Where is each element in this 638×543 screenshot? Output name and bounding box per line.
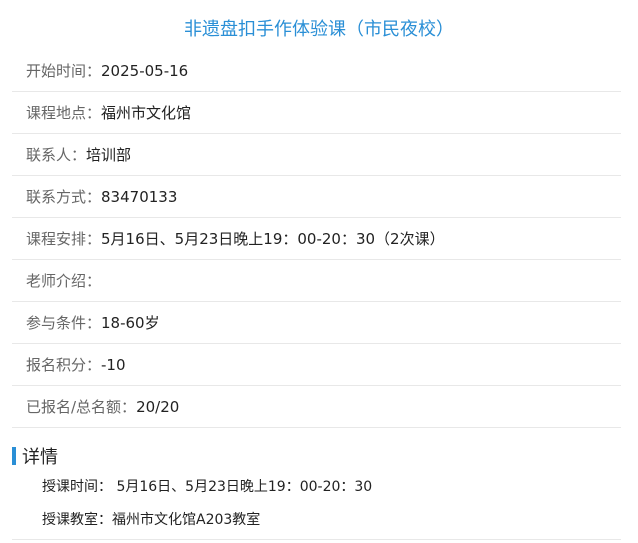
course-info-list: 开始时间： 2025-05-16 课程地点： 福州市文化馆 联系人： 培训部 联…: [12, 50, 621, 428]
details-section-header: 详情: [12, 444, 58, 468]
detail-row-class-time: 授课时间： 5月16日、5月23日晚上19：00-20：30: [42, 476, 372, 509]
requirements-value: 18-60岁: [101, 314, 160, 332]
points-value: -10: [101, 355, 126, 374]
details-section-title: 详情: [22, 447, 58, 468]
location-label: 课程地点：: [26, 104, 102, 122]
enrollment-value: 20/20: [136, 397, 180, 416]
info-row-schedule: 课程安排： 5月16日、5月23日晚上19：00-20：30（2次课）: [12, 218, 621, 260]
requirements-label: 参与条件：: [26, 314, 102, 332]
schedule-value: 5月16日、5月23日晚上19：00-20：30（2次课）: [101, 230, 445, 248]
teacher-label: 老师介绍：: [26, 272, 102, 290]
detail-row-classroom: 授课教室：福州市文化馆A203教室: [42, 509, 372, 542]
info-row-teacher: 老师介绍：: [12, 260, 621, 302]
phone-label: 联系方式：: [26, 188, 102, 206]
classroom-value: 福州市文化馆A203教室: [112, 512, 261, 528]
page-title: 非遗盘扣手作体验课（市民夜校）: [184, 19, 454, 40]
contact-value: 培训部: [86, 146, 132, 164]
start-time-label: 开始时间：: [26, 62, 102, 80]
info-row-contact: 联系人： 培训部: [12, 134, 621, 176]
points-label: 报名积分：: [26, 356, 102, 374]
info-row-location: 课程地点： 福州市文化馆: [12, 92, 621, 134]
start-time-value: 2025-05-16: [101, 61, 189, 80]
location-value: 福州市文化馆: [101, 104, 192, 122]
schedule-label: 课程安排：: [26, 230, 102, 248]
info-row-points: 报名积分： -10: [12, 344, 621, 386]
details-list: 授课时间： 5月16日、5月23日晚上19：00-20：30 授课教室：福州市文…: [42, 476, 372, 542]
bottom-divider: [12, 539, 621, 540]
info-row-enrollment: 已报名/总名额： 20/20: [12, 386, 621, 428]
classroom-label: 授课教室：: [42, 512, 112, 528]
class-time-label: 授课时间：: [42, 479, 112, 495]
enrollment-label: 已报名/总名额：: [26, 398, 137, 416]
info-row-phone: 联系方式： 83470133: [12, 176, 621, 218]
phone-value: 83470133: [101, 187, 178, 206]
class-time-value: 5月16日、5月23日晚上19：00-20：30: [112, 479, 373, 495]
course-detail-page: 非遗盘扣手作体验课（市民夜校） 开始时间： 2025-05-16 课程地点： 福…: [0, 0, 638, 543]
section-accent-bar: [12, 447, 16, 465]
info-row-requirements: 参与条件： 18-60岁: [12, 302, 621, 344]
info-row-start-time: 开始时间： 2025-05-16: [12, 50, 621, 92]
contact-label: 联系人：: [26, 146, 87, 164]
